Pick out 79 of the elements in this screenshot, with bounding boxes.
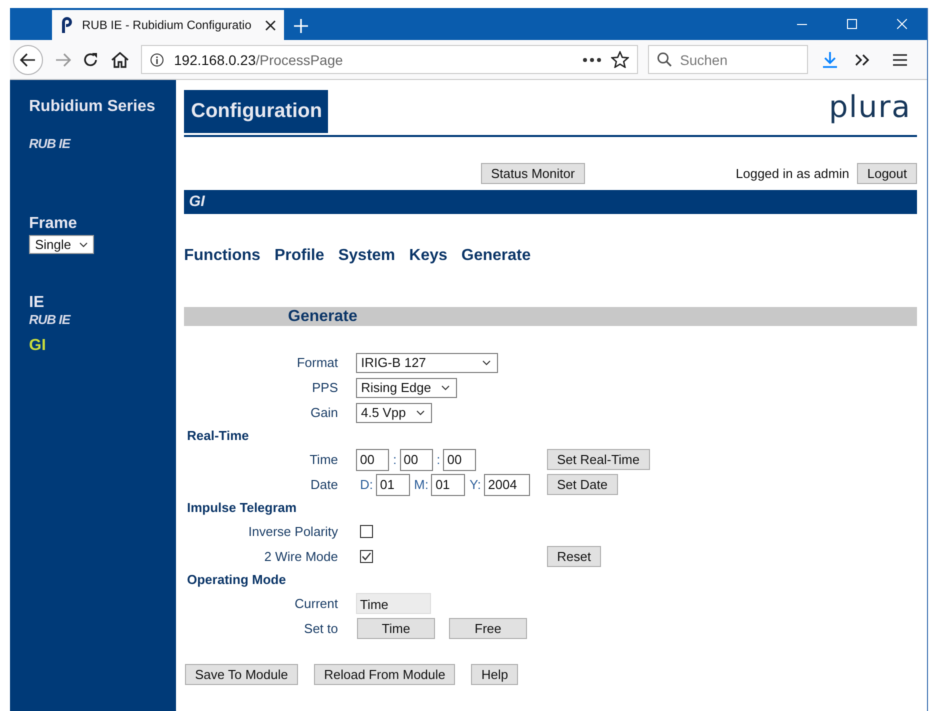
- close-icon[interactable]: [265, 20, 276, 30]
- login-status: Logged in as admin: [736, 166, 850, 181]
- brand-logo: plura: [828, 93, 911, 123]
- logout-button[interactable]: Logout: [857, 163, 917, 184]
- dropdown[interactable]: IRIG-B 127: [356, 352, 498, 372]
- address-bar[interactable]: 192.168.0.23/ProcessPage: [141, 45, 638, 74]
- field-prefix: Y:: [469, 477, 482, 492]
- text-field[interactable]: 2004: [484, 474, 530, 496]
- chevron-double-icon[interactable]: [854, 54, 870, 66]
- field-label: Format: [296, 354, 338, 372]
- menu-link[interactable]: Functions: [184, 247, 260, 265]
- model-label: RUB IE: [29, 312, 70, 327]
- series-title: Rubidium Series: [29, 98, 156, 116]
- info-icon: [150, 52, 164, 66]
- menu-link[interactable]: Keys: [409, 247, 448, 265]
- footer-button[interactable]: Save To Module: [185, 664, 298, 685]
- dropdown[interactable]: Rising Edge: [356, 378, 458, 398]
- menu-link[interactable]: Profile: [274, 247, 324, 265]
- group-heading: Real-Time: [186, 427, 250, 445]
- home-icon[interactable]: [111, 52, 129, 68]
- text-field[interactable]: 01: [376, 474, 410, 496]
- text-field[interactable]: 00: [400, 448, 433, 470]
- menu-link[interactable]: System: [338, 247, 396, 265]
- chevron-down-icon: [482, 360, 491, 366]
- more-icon[interactable]: [583, 58, 601, 62]
- checkbox[interactable]: [360, 550, 373, 563]
- field-prefix: :: [436, 452, 440, 467]
- maximize-icon[interactable]: [847, 19, 857, 29]
- dropdown[interactable]: 4.5 Vpp: [356, 402, 432, 422]
- text-field[interactable]: 00: [356, 448, 389, 470]
- field-label: Current: [294, 595, 338, 613]
- field-prefix: M:: [414, 477, 428, 492]
- star-icon[interactable]: [611, 51, 629, 68]
- mode-button[interactable]: Time: [357, 618, 435, 639]
- arrow-right-icon[interactable]: [55, 52, 71, 66]
- chevron-down-icon: [416, 410, 425, 416]
- model-label: RUB IE: [29, 136, 70, 151]
- checkbox[interactable]: [360, 525, 373, 538]
- section-bar: GI: [184, 190, 917, 214]
- field-label: Time: [308, 451, 338, 469]
- plus-icon[interactable]: [294, 19, 308, 33]
- chevron-down-icon: [79, 242, 88, 248]
- field-label: Date: [310, 476, 338, 494]
- text-field[interactable]: 01: [431, 474, 466, 496]
- browser-tab[interactable]: RUB IE - Rubidium Configuratio: [52, 10, 284, 40]
- field-label: Inverse Polarity: [247, 523, 338, 541]
- arrow-left-icon: [20, 52, 36, 66]
- back-button[interactable]: [13, 44, 43, 74]
- reload-icon[interactable]: [83, 52, 99, 68]
- group-heading: Impulse Telegram: [186, 499, 298, 517]
- page-title: Configuration: [184, 90, 328, 133]
- menu-icon[interactable]: [892, 52, 908, 66]
- logo-icon: [60, 17, 74, 33]
- sidebar-item[interactable]: GI: [29, 337, 46, 355]
- readonly-field: Time: [356, 593, 431, 614]
- group-heading: Operating Mode: [186, 571, 287, 589]
- frame-select[interactable]: Single: [29, 235, 94, 254]
- frame-label: Frame: [29, 215, 78, 233]
- mode-button[interactable]: Free: [449, 618, 527, 639]
- search-field[interactable]: Suchen: [648, 45, 808, 74]
- field-label: PPS: [310, 379, 338, 397]
- action-button[interactable]: Set Date: [547, 474, 618, 495]
- footer-button[interactable]: Help: [471, 664, 518, 685]
- panel-header: Generate: [184, 307, 917, 326]
- field-prefix: :: [393, 452, 397, 467]
- menu-link[interactable]: Generate: [461, 247, 531, 265]
- download-icon[interactable]: [822, 51, 838, 68]
- field-label: Set to: [303, 620, 338, 638]
- field-prefix: D:: [360, 477, 373, 492]
- field-label: Gain: [310, 404, 338, 422]
- footer-button[interactable]: Reload From Module: [314, 664, 456, 685]
- field-label: 2 Wire Mode: [263, 548, 338, 566]
- module-name: IE: [29, 294, 44, 312]
- action-button[interactable]: Set Real-Time: [547, 449, 650, 470]
- text-field[interactable]: 00: [443, 448, 476, 470]
- status-monitor-button[interactable]: Status Monitor: [481, 163, 585, 184]
- chevron-down-icon: [441, 384, 450, 390]
- action-button[interactable]: Reset: [547, 546, 601, 567]
- search-icon: [657, 52, 672, 67]
